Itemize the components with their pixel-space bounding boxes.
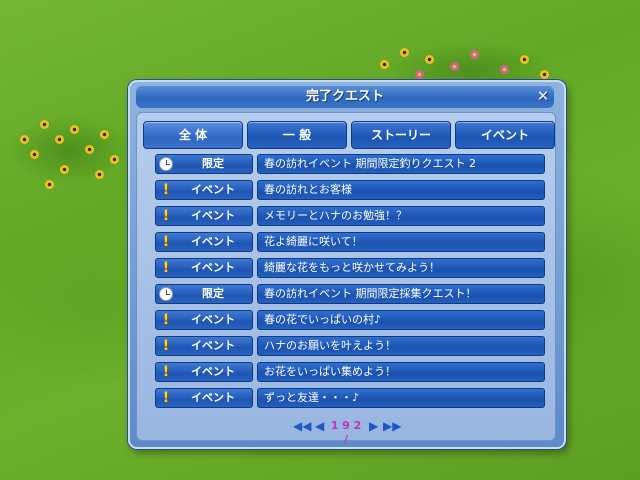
exclamation-icon: !	[162, 390, 170, 406]
quest-type-badge: ! イベント	[155, 310, 253, 330]
quest-title[interactable]: ずっと友達・・・♪	[257, 388, 545, 408]
quest-type-label: イベント	[191, 235, 235, 248]
tab-general[interactable]: 一 般	[247, 121, 347, 149]
quest-row[interactable]: ! イベント ハナのお願いを叶えよう！	[153, 335, 545, 357]
quest-row[interactable]: ! イベント 春の訪れとお客様	[153, 179, 545, 201]
quest-type-badge: 限定	[155, 284, 253, 304]
quest-row[interactable]: ! イベント ずっと友達・・・♪	[153, 387, 545, 409]
quest-row[interactable]: ! イベント 春の花でいっぱいの村♪	[153, 309, 545, 331]
prev-page-icon[interactable]: ◀	[315, 419, 324, 433]
quest-title[interactable]: お花をいっぱい集めよう！	[257, 362, 545, 382]
quest-title[interactable]: 春の訪れイベント 期間限定釣りクエスト 2	[257, 154, 545, 174]
quest-type-badge: ! イベント	[155, 180, 253, 200]
tab-story[interactable]: ストーリー	[351, 121, 451, 149]
quest-type-badge: ! イベント	[155, 388, 253, 408]
window-title: 完了クエスト	[305, 89, 384, 104]
clock-icon	[159, 287, 173, 301]
exclamation-icon: !	[162, 234, 170, 250]
exclamation-icon: !	[162, 260, 170, 276]
quest-type-label: 限定	[202, 287, 224, 300]
quest-row[interactable]: ! イベント 花よ綺麗に咲いて！	[153, 231, 545, 253]
first-page-icon[interactable]: ◀◀	[293, 419, 311, 433]
quest-row[interactable]: 限定 春の訪れイベント 期間限定採集クエスト！	[153, 283, 545, 305]
quest-filter-tabs: 全 体 一 般 ストーリー イベント	[143, 121, 555, 149]
quest-title[interactable]: 春の訪れイベント 期間限定採集クエスト！	[257, 284, 545, 304]
quest-title[interactable]: 花よ綺麗に咲いて！	[257, 232, 545, 252]
clock-icon	[159, 157, 173, 171]
pagination: ◀◀ ◀ 1 9 2 / ▶ ▶▶	[137, 417, 555, 446]
quest-type-badge: ! イベント	[155, 258, 253, 278]
window-title-bar[interactable]: 完了クエスト ✕	[136, 86, 554, 108]
quest-type-label: 限定	[202, 157, 224, 170]
last-page-icon[interactable]: ▶▶	[383, 419, 401, 433]
quest-type-badge: 限定	[155, 154, 253, 174]
quest-title[interactable]: 春の花でいっぱいの村♪	[257, 310, 545, 330]
quest-type-label: イベント	[191, 365, 235, 378]
page-number: 1 9 2 /	[330, 419, 362, 446]
quest-row[interactable]: ! イベント 綺麗な花をもっと咲かせてみよう！	[153, 257, 545, 279]
next-page-icon[interactable]: ▶	[369, 419, 378, 433]
quest-type-badge: ! イベント	[155, 206, 253, 226]
exclamation-icon: !	[162, 364, 170, 380]
quest-title[interactable]: ハナのお願いを叶えよう！	[257, 336, 545, 356]
exclamation-icon: !	[162, 182, 170, 198]
exclamation-icon: !	[162, 312, 170, 328]
quest-row[interactable]: 限定 春の訪れイベント 期間限定釣りクエスト 2	[153, 153, 545, 175]
quest-type-label: イベント	[191, 313, 235, 326]
completed-quests-window: 完了クエスト ✕ 全 体 一 般 ストーリー イベント 限定 春の訪れイベント …	[128, 80, 566, 449]
quest-type-badge: ! イベント	[155, 362, 253, 382]
quest-type-label: イベント	[191, 261, 235, 274]
quest-type-badge: ! イベント	[155, 336, 253, 356]
quest-type-badge: ! イベント	[155, 232, 253, 252]
exclamation-icon: !	[162, 338, 170, 354]
quest-title[interactable]: 春の訪れとお客様	[257, 180, 545, 200]
quest-title[interactable]: メモリーとハナのお勉強！？	[257, 206, 545, 226]
quest-title[interactable]: 綺麗な花をもっと咲かせてみよう！	[257, 258, 545, 278]
exclamation-icon: !	[162, 208, 170, 224]
quest-type-label: イベント	[191, 183, 235, 196]
close-icon[interactable]: ✕	[535, 88, 551, 104]
tab-all[interactable]: 全 体	[143, 121, 243, 149]
tab-event[interactable]: イベント	[455, 121, 555, 149]
quest-row[interactable]: ! イベント お花をいっぱい集めよう！	[153, 361, 545, 383]
quest-panel: 全 体 一 般 ストーリー イベント 限定 春の訪れイベント 期間限定釣りクエス…	[136, 112, 556, 446]
quest-type-label: イベント	[191, 339, 235, 352]
quest-type-label: イベント	[191, 391, 235, 404]
quest-row[interactable]: ! イベント メモリーとハナのお勉強！？	[153, 205, 545, 227]
quest-type-label: イベント	[191, 209, 235, 222]
